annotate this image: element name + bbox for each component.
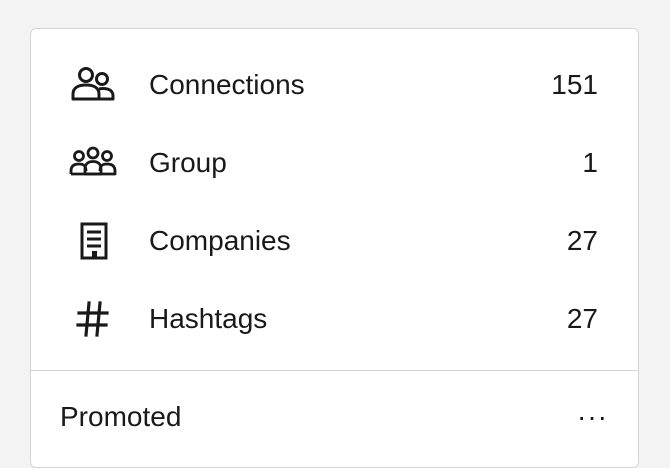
community-card: Connections 151 Group 1 Companies 27 Has… [30,28,639,468]
group-icon [69,143,117,183]
promoted-label: Promoted [60,401,182,432]
hashtag-icon [69,299,117,339]
group-count: 1 [582,147,598,178]
sidebar-item-label: Companies [149,225,291,256]
sidebar-item-label: Hashtags [149,303,268,334]
building-icon [69,221,117,261]
sidebar-item-label: Group [149,147,227,178]
sidebar-item-hashtags[interactable]: Hashtags 27 [31,289,638,349]
connections-count: 151 [551,69,598,100]
divider [31,370,638,371]
companies-count: 27 [566,225,598,256]
sidebar-item-companies[interactable]: Companies 27 [31,211,638,271]
hashtags-count: 27 [566,303,598,334]
sidebar-item-connections[interactable]: Connections 151 [31,55,638,115]
more-options-button[interactable]: ··· [577,400,608,434]
connections-icon [69,65,117,105]
sidebar-item-group[interactable]: Group 1 [31,133,638,193]
sidebar-item-label: Connections [149,69,305,100]
